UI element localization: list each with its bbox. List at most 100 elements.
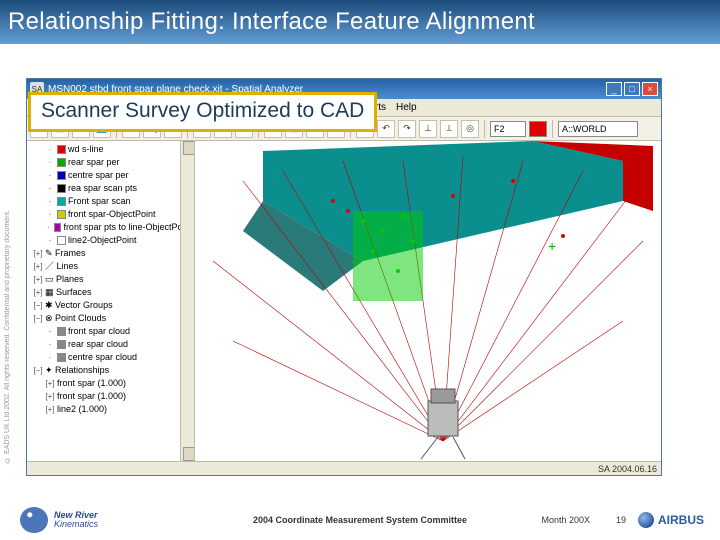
tree-item[interactable]: [−]✱ Vector Groups (31, 299, 192, 312)
bullet-icon: · (45, 234, 55, 247)
tree-item[interactable]: · centre spar cloud (31, 351, 192, 364)
bullet-icon: · (45, 182, 55, 195)
toolbar-button-18[interactable]: ⟂ (440, 120, 458, 138)
airbus-logo-text: AIRBUS (658, 513, 704, 527)
tree-item-label: rear spar per (68, 156, 120, 169)
status-right: SA 2004.06.16 (598, 464, 657, 474)
bullet-icon: · (45, 221, 52, 234)
partner-logo-icon (20, 507, 48, 533)
tree-item-label: ⊗ Point Clouds (45, 312, 106, 325)
expand-icon[interactable]: [+] (33, 260, 43, 273)
tree-item-label: ▭ Planes (45, 273, 84, 286)
toolbar-button-16[interactable]: ↷ (398, 120, 416, 138)
tree-item[interactable]: · Front spar scan (31, 195, 192, 208)
tree-panel: ·wd s-line·rear spar per·centre spar per… (27, 141, 195, 461)
color-swatch-icon (57, 171, 66, 180)
expand-icon[interactable]: [+] (33, 273, 43, 286)
expand-icon[interactable]: [+] (45, 390, 55, 403)
color-swatch-icon (57, 236, 66, 245)
color-swatch-icon (57, 353, 66, 362)
tree-item-label: ▦ Surfaces (45, 286, 92, 299)
color-swatch-icon (57, 184, 66, 193)
bullet-icon: · (45, 195, 55, 208)
tree-item-label: ✦ Relationships (45, 364, 109, 377)
minimize-button[interactable]: _ (606, 82, 622, 96)
tree-scrollbar[interactable] (180, 141, 194, 461)
partner-logo-line2: Kinematics (54, 520, 98, 529)
menu-help[interactable]: Help (396, 102, 417, 113)
viewport-3d[interactable]: + (195, 141, 661, 461)
color-swatch-icon (57, 197, 66, 206)
marker-plus: + (548, 238, 556, 254)
tree-item-label: centre spar cloud (68, 351, 137, 364)
collapse-icon[interactable]: [−] (33, 299, 43, 312)
tree-item-label: rear spar cloud (68, 338, 128, 351)
slide-footer: New River Kinematics 2004 Coordinate Mea… (0, 500, 720, 540)
tree-item-label: rea spar scan pts (68, 182, 137, 195)
expand-icon[interactable]: [+] (33, 286, 43, 299)
color-swatch-icon (57, 340, 66, 349)
viewport-svg: + (195, 141, 661, 461)
tree-item[interactable]: ·wd s-line (31, 143, 192, 156)
tree-item-label: front spar-ObjectPoint (68, 208, 156, 221)
tree-item-label: centre spar per (68, 169, 129, 182)
tree-item[interactable]: [−]⊗ Point Clouds (31, 312, 192, 325)
bullet-icon: · (45, 338, 55, 351)
tree-item[interactable]: [+]front spar (1.000) (31, 390, 192, 403)
toolbar-button-15[interactable]: ↶ (377, 120, 395, 138)
toolbar-color-swatch[interactable] (529, 121, 547, 137)
tree-item-label: front spar (1.000) (57, 390, 126, 403)
bullet-icon: · (45, 208, 55, 221)
tree-item[interactable]: [+]▦ Surfaces (31, 286, 192, 299)
toolbar-separator (552, 120, 553, 138)
toolbar-frame-field[interactable]: A::WORLD (558, 121, 638, 137)
app-body: ·wd s-line·rear spar per·centre spar per… (27, 141, 661, 461)
app-window: SA MSN002 stbd front spar plane check.xi… (26, 78, 662, 476)
footer-month: Month 200X (541, 515, 590, 525)
collapse-icon[interactable]: [−] (33, 364, 43, 377)
tree-item[interactable]: · line2-ObjectPoint (31, 234, 192, 247)
slide-header: Relationship Fitting: Interface Feature … (0, 0, 720, 44)
toolbar-field-f2[interactable]: F2 (490, 121, 526, 137)
bullet-icon: · (45, 325, 55, 338)
tree-item-label: line2-ObjectPoint (68, 234, 137, 247)
tree-item[interactable]: · rear spar cloud (31, 338, 192, 351)
callout-box: Scanner Survey Optimized to CAD (28, 92, 377, 132)
toolbar-button-19[interactable]: ◎ (461, 120, 479, 138)
maximize-button[interactable]: □ (624, 82, 640, 96)
bullet-icon: · (45, 351, 55, 364)
tree-content[interactable]: ·wd s-line·rear spar per·centre spar per… (27, 141, 194, 418)
expand-icon[interactable]: [+] (33, 247, 43, 260)
color-swatch-icon (57, 327, 66, 336)
tree-item[interactable]: · front spar-ObjectPoint (31, 208, 192, 221)
close-button[interactable]: × (642, 82, 658, 96)
tree-item[interactable]: [−]✦ Relationships (31, 364, 192, 377)
tree-item[interactable]: [+]／ Lines (31, 260, 192, 273)
toolbar-separator (484, 120, 485, 138)
expand-icon[interactable]: [+] (45, 377, 55, 390)
tree-item[interactable]: · rea spar scan pts (31, 182, 192, 195)
tree-item-label: Front spar scan (68, 195, 131, 208)
bullet-icon: · (45, 169, 55, 182)
tree-item[interactable]: ·front spar pts to line-ObjectPoint (31, 221, 192, 234)
tree-item-label: ／ Lines (45, 260, 78, 273)
tree-item[interactable]: ·front spar cloud (31, 325, 192, 338)
airbus-logo: AIRBUS (638, 512, 704, 528)
toolbar-button-17[interactable]: ⊥ (419, 120, 437, 138)
tree-item[interactable]: [+]front spar (1.000) (31, 377, 192, 390)
tree-item[interactable]: [+]✎ Frames (31, 247, 192, 260)
footer-center-text: 2004 Coordinate Measurement System Commi… (253, 515, 467, 525)
tree-item[interactable]: · centre spar per (31, 169, 192, 182)
bullet-icon: · (45, 156, 55, 169)
expand-icon[interactable]: [+] (45, 403, 55, 416)
collapse-icon[interactable]: [−] (33, 312, 43, 325)
tree-item[interactable]: · rear spar per (31, 156, 192, 169)
tree-item-label: ✱ Vector Groups (45, 299, 113, 312)
bullet-icon: · (45, 143, 55, 156)
tree-item[interactable]: [+]line2 (1.000) (31, 403, 192, 416)
tree-item-label: line2 (1.000) (57, 403, 107, 416)
slide-title: Relationship Fitting: Interface Feature … (8, 8, 535, 36)
tree-item[interactable]: [+]▭ Planes (31, 273, 192, 286)
copyright-vertical: © EADS UK Ltd 2002. All rights reserved.… (4, 210, 11, 463)
footer-page-number: 19 (616, 515, 626, 525)
